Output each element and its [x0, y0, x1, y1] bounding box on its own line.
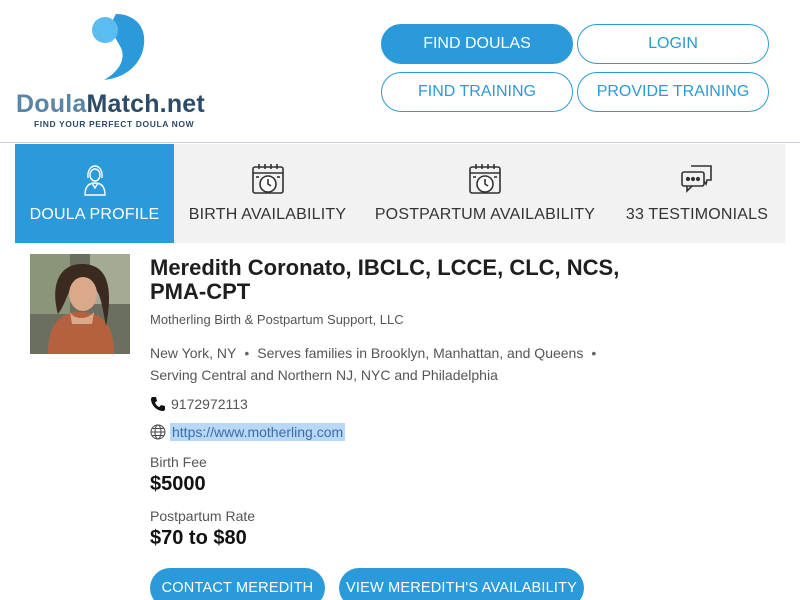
separator-dot: •: [591, 345, 597, 361]
website-row: https://www.motherling.com: [150, 423, 346, 441]
phone-icon: [151, 397, 165, 411]
postpartum-rate-label: Postpartum Rate: [150, 508, 256, 524]
website-link[interactable]: https://www.motherling.com: [170, 423, 346, 441]
view-availability-button[interactable]: VIEW MEREDITH'S AVAILABILITY: [339, 568, 584, 600]
provide-training-button[interactable]: PROVIDE TRAINING: [577, 72, 769, 112]
logo-mark-icon: [92, 14, 145, 80]
contact-button[interactable]: CONTACT MEREDITH: [150, 568, 325, 600]
calendar-clock-icon: [469, 164, 501, 194]
birth-fee-value: $5000: [150, 473, 206, 495]
tab-testimonials[interactable]: 33 TESTIMONIALS: [609, 144, 785, 243]
birth-fee-label: Birth Fee: [150, 454, 207, 470]
tab-birth-availability[interactable]: BIRTH AVAILABILITY: [174, 144, 361, 243]
phone-row: 9172972113: [150, 396, 248, 412]
location-serving: Serving Central and Northern NJ, NYC and…: [150, 367, 498, 383]
chat-bubbles-icon: [681, 165, 712, 193]
profile-tabs: DOULA PROFILE BIRTH AVAILABILITY POSTPAR…: [15, 144, 785, 243]
find-doulas-button[interactable]: FIND DOULAS: [381, 24, 573, 64]
tab-postpartum-availability[interactable]: POSTPARTUM AVAILABILITY: [361, 144, 609, 243]
doula-name: Meredith Coronato, IBCLC, LCCE, CLC, NCS…: [150, 255, 620, 304]
tab-label: DOULA PROFILE: [29, 206, 160, 223]
logo-word-part1: Doula: [16, 90, 87, 118]
logo-word-part2: Match.net: [86, 90, 205, 118]
logo-tagline: FIND YOUR PERFECT DOULA NOW: [34, 119, 195, 129]
separator-dot: •: [244, 345, 250, 361]
site-logo[interactable]: DoulaMatch.net FIND YOUR PERFECT DOULA N…: [16, 10, 226, 135]
tab-label: 33 TESTIMONIALS: [625, 206, 769, 223]
find-training-button[interactable]: FIND TRAINING: [381, 72, 573, 112]
site-header: DoulaMatch.net FIND YOUR PERFECT DOULA N…: [0, 0, 800, 143]
phone-number[interactable]: 9172972113: [171, 396, 248, 412]
globe-icon: [150, 424, 166, 440]
location-serves: Serves families in Brooklyn, Manhattan, …: [257, 345, 584, 361]
doula-photo: [30, 254, 130, 354]
logo-wordmark: DoulaMatch.net: [16, 90, 205, 119]
doula-person-icon: [83, 165, 106, 196]
location-city: New York, NY: [150, 345, 237, 361]
tab-doula-profile[interactable]: DOULA PROFILE: [15, 144, 174, 243]
tab-label: BIRTH AVAILABILITY: [188, 206, 347, 223]
login-button[interactable]: LOGIN: [577, 24, 769, 64]
calendar-clock-icon: [251, 164, 284, 194]
tab-label: POSTPARTUM AVAILABILITY: [374, 206, 596, 223]
organization-name: Motherling Birth & Postpartum Support, L…: [150, 312, 404, 327]
service-locations: New York, NY • Serves families in Brooklyn…: [150, 342, 670, 386]
postpartum-rate-value: $70 to $80: [150, 527, 247, 549]
